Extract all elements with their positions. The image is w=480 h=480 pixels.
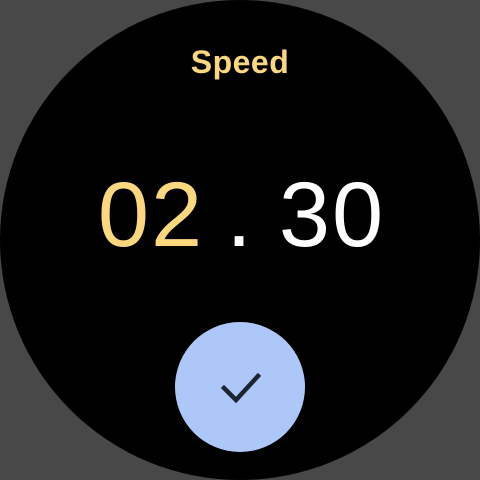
minor-value-picker[interactable]: 30	[270, 160, 394, 270]
check-icon	[220, 372, 262, 404]
picker-title: Speed	[190, 44, 290, 80]
confirm-button[interactable]	[175, 322, 305, 452]
watch-face: Speed 02 . 30	[0, 0, 480, 480]
decimal-separator: .	[226, 164, 254, 266]
number-picker: 02 . 30	[0, 160, 480, 270]
major-value-picker[interactable]: 02	[86, 160, 216, 270]
